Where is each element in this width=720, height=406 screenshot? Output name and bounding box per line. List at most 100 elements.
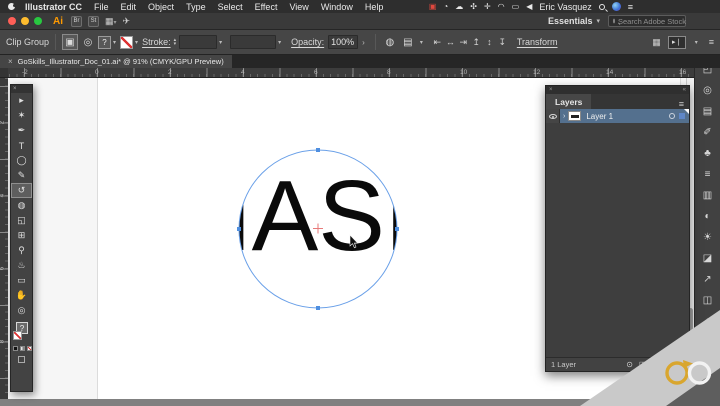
input-source-icon[interactable]: ✣ [470,3,477,11]
stroke-weight-field[interactable] [179,35,217,49]
visibility-cell[interactable] [546,109,560,123]
share-icon[interactable]: ✈ [123,16,131,27]
color-button[interactable] [13,346,18,351]
chevron-down-icon[interactable]: ▾ [135,39,138,46]
expand-arrow-icon[interactable]: › [563,113,565,120]
chevron-down-icon[interactable]: ▾ [695,39,698,46]
menu-file[interactable]: File [94,2,109,12]
opacity-value-field[interactable]: 100% [328,35,358,49]
align-right-icon[interactable]: ⇥ [457,37,470,48]
layer-row[interactable]: › Layer 1 [546,109,689,123]
zoom-window-button[interactable] [34,17,42,25]
vertical-ruler[interactable]: 2468 [0,78,8,399]
libraries-panel-icon[interactable]: ◫ [695,290,720,311]
make-clipping-mask-icon[interactable]: ◫ [639,360,647,369]
spotlight-search-icon[interactable] [599,4,605,10]
new-sublayer-icon[interactable]: ◳ [652,360,660,369]
eyedropper-tool[interactable]: ⚲ [11,243,32,258]
cloud-sync-icon[interactable]: ☁ [455,3,463,11]
app-menu[interactable]: Illustrator CC [25,2,82,12]
menu-edit[interactable]: Edit [121,2,137,12]
align-middle-icon[interactable]: ↕ [483,37,496,48]
ellipse-tool[interactable]: ◯ [11,153,32,168]
tools-panel-header[interactable]: × [11,85,32,93]
zoom-tool[interactable]: ◎ [11,303,32,318]
opacity-arrow-icon[interactable]: › [362,38,365,47]
airplay-display-icon[interactable]: ▭ [512,3,520,11]
align-bottom-icon[interactable]: ↧ [496,37,509,48]
horizontal-ruler[interactable]: -20246810121416 [8,68,694,78]
hand-tool[interactable]: ✋ [11,288,32,303]
layers-empty-area[interactable] [546,123,689,357]
arrange-documents-icon[interactable]: ▦▾ [105,16,117,27]
gradient-panel-icon[interactable]: ▥ [695,185,720,206]
horizontal-scrollbar[interactable] [0,399,720,406]
document-setup-icon[interactable]: ▤ [400,34,416,50]
target-circle-icon[interactable] [669,113,675,119]
menu-select[interactable]: Select [218,2,243,12]
type-tool[interactable]: T [11,138,32,153]
links-panel-icon[interactable]: ▤ [695,101,720,122]
menu-view[interactable]: View [289,2,308,12]
screen-mode-button[interactable] [18,356,25,363]
rotate-tool[interactable]: ↺ [11,183,32,198]
magic-wand-tool[interactable]: ✶ [11,108,32,123]
apple-menu-icon[interactable] [8,3,15,10]
document-tab[interactable]: × GoSkills_Illustrator_Doc_01.ai* @ 91% … [0,55,232,68]
close-window-button[interactable] [8,17,16,25]
selection-tool[interactable]: ▸ [11,93,32,108]
bluetooth-icon[interactable]: ✛ [484,3,491,11]
chevron-down-icon[interactable]: ▾ [278,39,281,46]
collapse-panel-icon[interactable]: « [683,86,686,94]
adobe-stock-search-input[interactable]: Search Adobe Stock [608,15,686,27]
fill-color-swatch[interactable]: ? [98,36,111,49]
workspace-switcher[interactable]: Essentials [548,16,593,26]
close-tab-icon[interactable]: × [8,57,13,66]
stroke-label[interactable]: Stroke: [142,37,171,47]
align-left-icon[interactable]: ⇤ [431,37,444,48]
menu-window[interactable]: Window [321,2,353,12]
none-button[interactable] [27,346,32,351]
symbols-panel-icon[interactable]: ♣ [695,143,720,164]
character-panel-icon[interactable]: A [695,311,720,332]
graphic-styles-panel-icon[interactable]: ◪ [695,248,720,269]
paragraph-panel-icon[interactable]: ¶ [695,332,720,353]
align-center-icon[interactable]: ↔ [444,37,457,48]
locate-object-icon[interactable]: ⊙ [626,360,633,369]
new-layer-icon[interactable]: ▣ [666,360,674,369]
shape-builder-tool[interactable]: ◱ [11,213,32,228]
stroke-weight-stepper[interactable]: ▴▾ [174,38,177,46]
chevron-down-icon[interactable]: ▾ [219,39,222,46]
tab-layers[interactable]: Layers [546,94,591,109]
close-panel-icon[interactable]: × [549,86,553,94]
opacity-label[interactable]: Opacity: [291,37,324,47]
bridge-button[interactable]: Br [71,16,82,27]
panel-dock-toggle-button[interactable]: ▸❘ [668,36,686,49]
siri-icon[interactable] [612,2,621,11]
stroke-swatch[interactable] [13,331,22,340]
paintbrush-tool[interactable]: ✎ [11,168,32,183]
align-top-icon[interactable]: ↥ [470,37,483,48]
layer-name[interactable]: Layer 1 [586,112,613,121]
menu-type[interactable]: Type [186,2,206,12]
notification-center-icon[interactable]: ≡ [628,2,633,12]
edit-clipping-path-button[interactable]: ▣ [62,34,78,50]
time-machine-icon[interactable]: ◔ [443,3,448,11]
style-dropdown-icon[interactable]: ◍ [382,34,398,50]
minimize-window-button[interactable] [21,17,29,25]
appearance-panel-icon[interactable]: ☀ [695,227,720,248]
panel-menu-icon[interactable]: ≡ [674,99,689,109]
ruler-origin-corner[interactable] [0,68,8,78]
transform-label[interactable]: Transform [517,37,558,47]
volume-icon[interactable]: ◀ [526,3,532,11]
transparency-panel-icon[interactable]: ◐ [695,206,720,227]
stock-button[interactable]: St [88,16,99,27]
workspace-grid-icon[interactable]: ▦ [652,37,661,48]
width-profile-dropdown[interactable] [230,35,276,49]
gradient-button[interactable] [20,346,25,351]
menubar-user[interactable]: Eric Vasquez [539,2,591,12]
opentype-panel-icon[interactable]: O [695,353,720,374]
menu-help[interactable]: Help [365,2,384,12]
control-menu-icon[interactable]: ≡ [709,37,714,47]
delete-selection-icon[interactable]: ▯ [680,360,684,369]
